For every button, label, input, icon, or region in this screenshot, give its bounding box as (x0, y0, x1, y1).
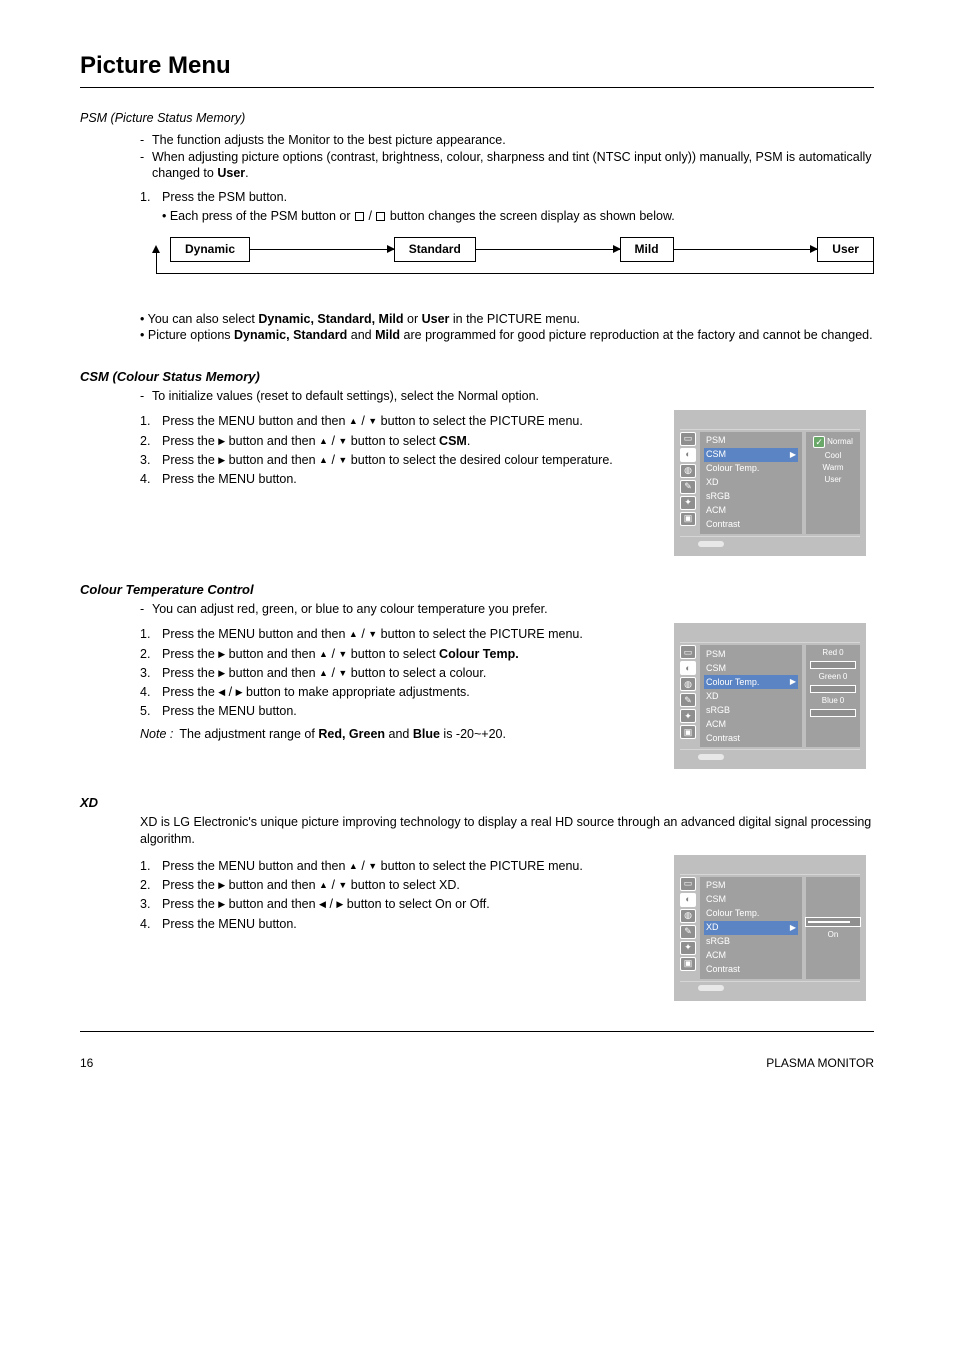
xd-heading: XD (80, 795, 874, 812)
down-icon: ▼ (368, 416, 377, 428)
flow-user: User (817, 237, 874, 263)
psm-step-bullet: • Each press of the PSM button or / butt… (162, 208, 874, 224)
osd-menu-list: PSM CSM▶ Colour Temp. XD sRGB ACM Contra… (700, 432, 802, 534)
osd-ctemp-rgb: Red0 Green0 Blue0 (806, 645, 860, 747)
xd-s1: Press the MENU button and then ▲ / ▼ but… (162, 858, 654, 874)
csm-s4: Press the MENU button. (162, 471, 654, 487)
osd-icon-strip: ▭ ◐ ◍ ✎ ✦ ▣ (680, 432, 696, 534)
ct-s1: Press the MENU button and then ▲ / ▼ but… (162, 626, 654, 642)
csm-s2: Press the ▶ button and then ▲ / ▼ button… (162, 433, 654, 449)
footer-label: PLASMA MONITOR (766, 1056, 874, 1072)
page-number: 16 (80, 1056, 93, 1072)
osd-csm-submenu: ✓Normal Cool Warm User (806, 432, 860, 534)
osd-icon-sound: ◍ (680, 464, 696, 478)
psm-dash2: When adjusting picture options (contrast… (152, 149, 874, 182)
psm-body: -The function adjusts the Monitor to the… (140, 132, 874, 343)
check-icon: ✓ (813, 436, 825, 448)
psm-bullet2: • Picture options Dynamic, Standard and … (140, 327, 874, 343)
up-icon: ▲ (349, 416, 358, 428)
ctemp-heading: Colour Temperature Control (80, 582, 874, 599)
xd-desc: XD is LG Electronic's unique picture imp… (140, 814, 874, 847)
xd-s4: Press the MENU button. (162, 916, 654, 932)
ct-s2: Press the ▶ button and then ▲ / ▼ button… (162, 646, 654, 662)
footer-rule (80, 1031, 874, 1032)
psm-step1: Press the PSM button. (162, 189, 874, 205)
psm-bullet1: • You can also select Dynamic, Standard,… (140, 311, 874, 327)
osd-icon-special: ✦ (680, 496, 696, 510)
osd-icon-time: ✎ (680, 480, 696, 494)
osd-icon-station: ▭ (680, 432, 696, 446)
ctemp-dash: You can adjust red, green, or blue to an… (152, 601, 874, 617)
psm-flow: Dynamic Standard Mild User (170, 237, 874, 307)
page-footer: 16 PLASMA MONITOR (80, 1052, 874, 1072)
ct-s3: Press the ▶ button and then ▲ / ▼ button… (162, 665, 654, 681)
osd-xd: ▭ ◐ ◍ ✎ ✦ ▣ PSM CSM Colour Temp. XD▶ sRG… (674, 855, 866, 1001)
osd-icon-picture: ◐ (680, 448, 696, 462)
flow-mild: Mild (620, 237, 674, 263)
csm-s3: Press the ▶ button and then ▲ / ▼ button… (162, 452, 654, 468)
xd-s2: Press the ▶ button and then ▲ / ▼ button… (162, 877, 654, 893)
csm-heading: CSM (Colour Status Memory) (80, 369, 874, 386)
psm-dash1: The function adjusts the Monitor to the … (152, 132, 874, 148)
ct-s5: Press the MENU button. (162, 703, 654, 719)
title-rule (80, 87, 874, 88)
osd-csm: ▭ ◐ ◍ ✎ ✦ ▣ PSM CSM▶ Colour Temp. XD sRG… (674, 410, 866, 556)
ct-note: Note : The adjustment range of Red, Gree… (140, 726, 654, 742)
flow-dynamic: Dynamic (170, 237, 250, 263)
csm-dash: To initialize values (reset to default s… (152, 388, 874, 404)
psm-heading: PSM (Picture Status Memory) (80, 110, 874, 126)
left-icon: ◀ (218, 687, 225, 699)
flow-standard: Standard (394, 237, 476, 263)
ct-s4: Press the ◀ / ▶ button to make appropria… (162, 684, 654, 700)
page-title: Picture Menu (80, 50, 874, 81)
csm-s1: Press the MENU button and then ▲ / ▼ but… (162, 413, 654, 429)
xd-s3: Press the ▶ button and then ◀ / ▶ button… (162, 896, 654, 912)
osd-icon-screen: ▣ (680, 512, 696, 526)
osd-ctemp: ▭ ◐ ◍ ✎ ✦ ▣ PSM CSM Colour Temp.▶ XD sRG… (674, 623, 866, 769)
osd-xd-value: On (806, 877, 860, 979)
